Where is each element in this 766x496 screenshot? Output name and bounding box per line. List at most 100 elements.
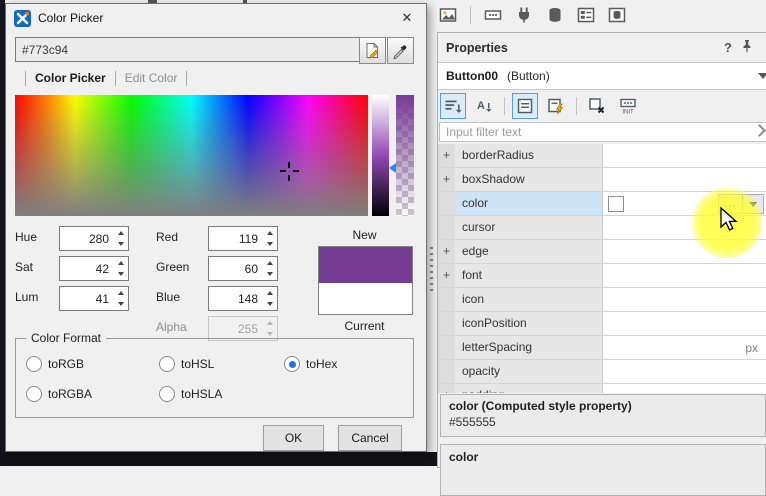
expand-icon[interactable] [438, 312, 455, 335]
blue-stepper[interactable]: 148 [208, 286, 278, 311]
radio-torgba[interactable]: toRGBA [26, 386, 92, 402]
color-picker-dialog: Color Picker ✕ Color Picker Edit Color H… [5, 3, 427, 452]
svg-text:A: A [477, 100, 485, 112]
ellipsis-box-icon[interactable] [484, 6, 502, 24]
property-value[interactable] [602, 288, 766, 311]
alphabetical-sort-button[interactable]: A [471, 93, 497, 119]
alpha-slider[interactable] [396, 95, 414, 216]
dialog-title: Color Picker [38, 11, 103, 25]
lum-stepper[interactable]: 41 [59, 286, 129, 311]
cancel-button[interactable]: Cancel [338, 425, 402, 451]
hue-saturation-field[interactable] [15, 95, 368, 216]
list-view-icon [516, 97, 534, 115]
radio-icon [159, 386, 175, 402]
sort-descending-icon [444, 97, 462, 115]
sat-stepper[interactable]: 42 [59, 256, 129, 281]
expand-icon[interactable]: + [438, 168, 455, 191]
radio-selected-icon [284, 356, 300, 372]
edit-color-button[interactable] [359, 37, 386, 64]
luminance-slider-handle[interactable] [389, 163, 396, 173]
expand-icon[interactable] [438, 216, 455, 239]
property-description-pane: color (Computed style property) #555555 [440, 394, 766, 437]
property-row-icon[interactable]: icon [438, 288, 766, 312]
radio-tohsl[interactable]: toHSL [159, 356, 214, 372]
expand-icon[interactable] [438, 360, 455, 383]
property-row-opacity[interactable]: opacity [438, 360, 766, 384]
spin-down-icon [267, 242, 273, 246]
expand-icon[interactable] [438, 192, 455, 215]
tab-edit-color[interactable]: Edit Color [125, 71, 178, 85]
blue-label: Blue [156, 290, 180, 304]
property-value[interactable] [602, 312, 766, 335]
expand-icon[interactable]: + [438, 240, 455, 263]
expand-icon[interactable]: + [438, 264, 455, 287]
bound-property-button[interactable] [584, 93, 610, 119]
alphabetical-sort-icon: A [475, 97, 493, 115]
expand-icon[interactable]: + [438, 384, 455, 393]
property-row-borderradius[interactable]: + borderRadius [438, 144, 766, 168]
property-row-letterspacing[interactable]: letterSpacing px [438, 336, 766, 360]
unit-label: px [745, 341, 758, 355]
close-icon[interactable]: ✕ [394, 7, 420, 29]
hue-stepper[interactable]: 280 [59, 226, 129, 251]
properties-title: Properties [446, 41, 508, 55]
red-stepper[interactable]: 119 [208, 226, 278, 251]
form-fields-icon[interactable] [577, 6, 595, 24]
filter-input[interactable] [439, 122, 766, 142]
property-value[interactable] [602, 144, 766, 167]
sort-order-button[interactable] [440, 93, 466, 119]
radio-icon [26, 386, 42, 402]
expand-icon[interactable]: + [438, 144, 455, 167]
spin-down-icon [118, 302, 124, 306]
event-lightning-icon [547, 97, 565, 115]
pin-icon[interactable] [740, 39, 754, 53]
image-icon[interactable] [439, 6, 457, 24]
swatch-box [318, 246, 413, 315]
plug-icon[interactable] [515, 6, 533, 24]
expand-icon[interactable] [438, 288, 455, 311]
property-value[interactable]: px [602, 336, 766, 359]
green-label: Green [156, 260, 189, 274]
init-view-button[interactable]: INIT [615, 93, 641, 119]
radio-torgb[interactable]: toRGB [26, 356, 84, 372]
description-title: color (Computed style property) [449, 399, 757, 413]
object-selector[interactable]: Button00 (Button) [438, 62, 766, 90]
luminance-slider[interactable] [372, 95, 389, 216]
lum-label: Lum [15, 290, 38, 304]
property-value[interactable] [602, 384, 766, 393]
radio-tohsla[interactable]: toHSLA [159, 386, 222, 402]
green-stepper[interactable]: 60 [208, 256, 278, 281]
property-row-padding[interactable]: + padding [438, 384, 766, 393]
ok-button[interactable]: OK [263, 425, 324, 451]
hex-color-input[interactable] [15, 37, 362, 62]
radio-icon [26, 356, 42, 372]
radio-icon [159, 356, 175, 372]
database-icon[interactable] [546, 6, 564, 24]
property-value[interactable] [602, 264, 766, 287]
help-icon[interactable]: ? [724, 40, 732, 55]
property-value[interactable] [602, 168, 766, 191]
color-format-group: Color Format toRGB toHSL toHex toRGBA to… [15, 338, 414, 418]
property-row-font[interactable]: + font [438, 264, 766, 288]
chevron-down-icon [758, 73, 766, 79]
eyedropper-icon [392, 42, 409, 59]
eyedropper-button[interactable] [387, 37, 414, 64]
color-crosshair-handle[interactable] [280, 162, 299, 181]
event-view-button[interactable] [543, 93, 569, 119]
spin-up-icon [267, 291, 273, 295]
boxed-database-icon[interactable] [608, 6, 626, 24]
spin-up-icon [267, 261, 273, 265]
app-logo-icon [14, 10, 31, 27]
object-type: (Button) [507, 69, 550, 83]
color-checkbox[interactable] [608, 196, 624, 212]
expand-icon[interactable] [438, 336, 455, 359]
current-swatch-label: Current [317, 319, 412, 333]
panel-splitter-handle[interactable] [430, 247, 433, 293]
property-value[interactable] [602, 360, 766, 383]
property-row-iconposition[interactable]: iconPosition [438, 312, 766, 336]
property-view-button[interactable] [512, 93, 538, 119]
dialog-titlebar[interactable]: Color Picker [6, 4, 426, 32]
radio-tohex[interactable]: toHex [284, 356, 337, 372]
tab-color-picker[interactable]: Color Picker [35, 71, 106, 85]
description-value: #555555 [449, 415, 757, 429]
